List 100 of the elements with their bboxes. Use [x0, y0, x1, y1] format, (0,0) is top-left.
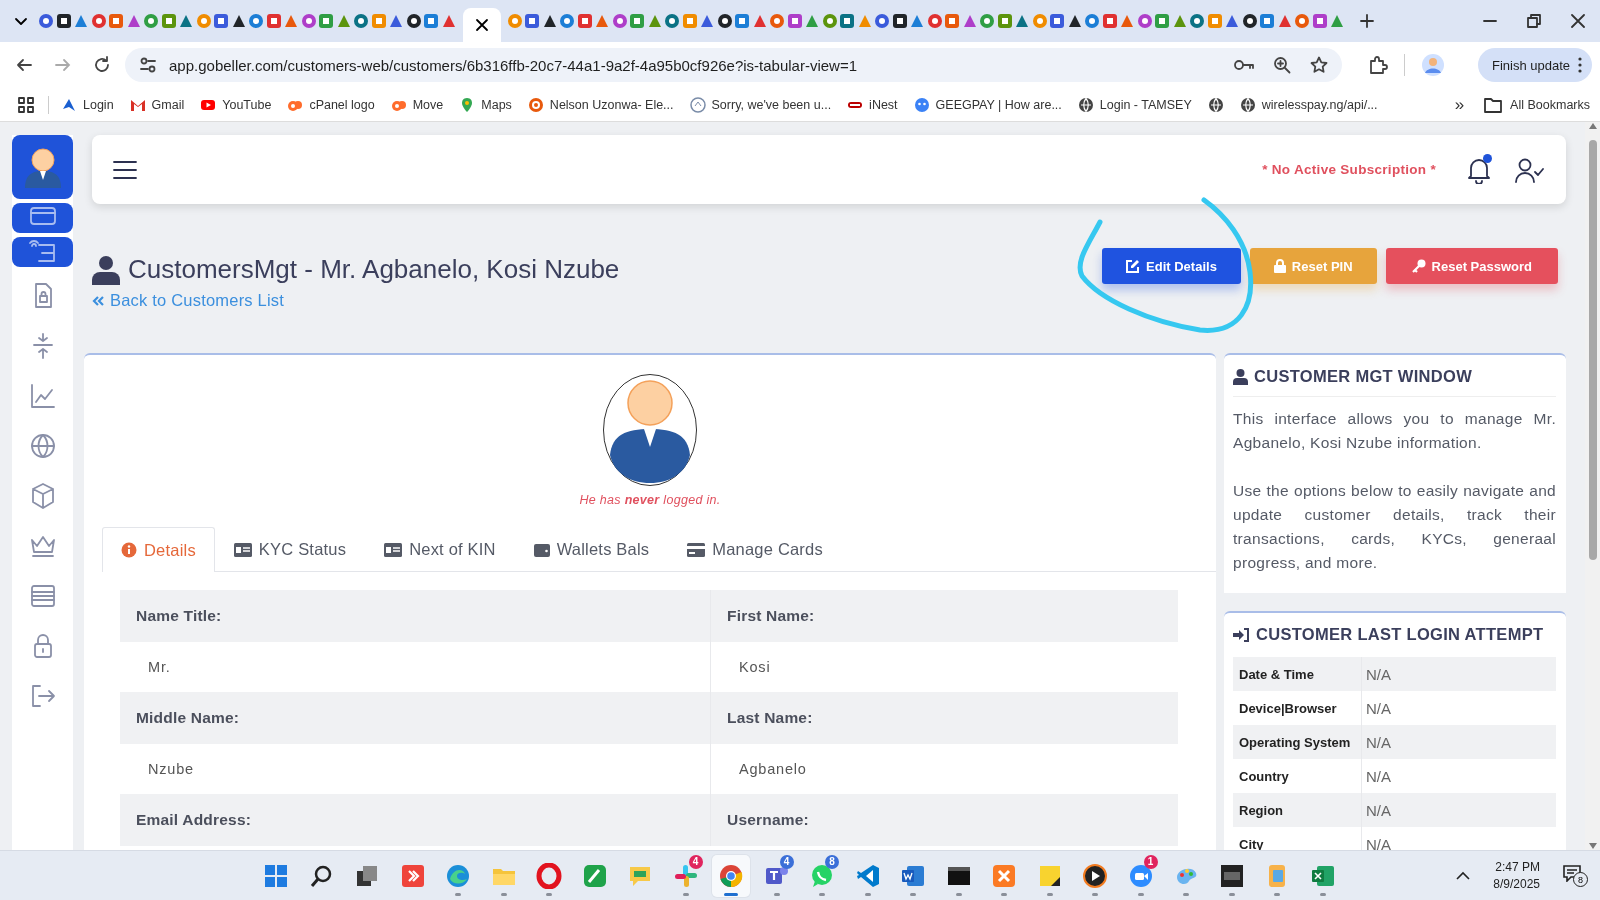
close-icon[interactable]: [1571, 14, 1585, 28]
taskbar-button[interactable]: 4: [666, 854, 705, 897]
chevron-up-icon[interactable]: [1455, 870, 1472, 881]
clock-date: 8/9/2025: [1493, 877, 1540, 891]
restore-icon[interactable]: [1527, 14, 1541, 28]
bookmark-icon: [689, 96, 706, 113]
all-bookmarks-button[interactable]: All Bookmarks: [1484, 96, 1590, 113]
message-icon: [1562, 864, 1582, 882]
id-card-icon: [384, 542, 403, 557]
bookmark-link[interactable]: Maps: [459, 96, 512, 113]
sidebar-item[interactable]: [12, 135, 73, 199]
bookmark-link[interactable]: Nelson Uzonwa- Ele...: [527, 96, 674, 113]
start-icon[interactable]: [263, 862, 289, 889]
zoom-icon[interactable]: [1273, 56, 1291, 74]
app-badge: 1: [1143, 854, 1158, 869]
wallet-icon: [533, 542, 550, 557]
active-tab[interactable]: [462, 8, 501, 42]
favicon-icon[interactable]: [891, 13, 908, 29]
more-bookmarks-button[interactable]: »: [1454, 94, 1465, 115]
table-cell: N/A: [1361, 793, 1556, 827]
clock[interactable]: 2:47 PM 8/9/2025: [1493, 860, 1540, 891]
app-badge: 4: [688, 854, 703, 869]
notification-button[interactable]: [1466, 155, 1492, 184]
address-bar[interactable]: app.gobeller.com/customers-web/customers/6b316ffb-20c7-44a1-9a2f-4a95b0cf926e?is-tabular-view=1: [125, 48, 1342, 82]
edit-icon: [1126, 259, 1141, 273]
menu-icon[interactable]: [112, 158, 138, 181]
profile-avatar-icon[interactable]: [1421, 53, 1445, 77]
panel-title: CUSTOMER LAST LOGIN ATTEMPT: [1233, 625, 1556, 644]
favicon-icon[interactable]: [230, 13, 247, 29]
bookmark-icon: [1239, 96, 1256, 113]
bookmark-link[interactable]: Gmail: [129, 96, 185, 113]
user-check-icon[interactable]: [1514, 156, 1544, 183]
sidebar-item[interactable]: [12, 237, 73, 267]
table-cell: N/A: [1361, 725, 1556, 759]
new-tab-icon[interactable]: [1359, 13, 1375, 29]
clock-time: 2:47 PM: [1495, 860, 1540, 874]
tab[interactable]: Next of KIN: [365, 527, 515, 571]
folder-icon: [1484, 96, 1503, 113]
notification-center-button[interactable]: 8: [1562, 864, 1588, 887]
favicon-icon[interactable]: [1241, 13, 1258, 29]
app-badge: 8: [825, 854, 839, 869]
field-label: Username:: [710, 794, 1178, 846]
tab[interactable]: KYC Status: [214, 527, 366, 571]
field-label: Email Address:: [120, 794, 710, 846]
bookmark-link[interactable]: cPanel logo: [287, 96, 375, 113]
bookmark-icon: [527, 96, 544, 113]
bookmark-link[interactable]: GEEGPAY | How are...: [913, 96, 1062, 113]
bookmark-link[interactable]: Login: [61, 96, 114, 113]
table-cell: Operating System: [1233, 725, 1361, 759]
notification-count: 8: [1573, 872, 1588, 887]
puzzle-icon[interactable]: [1368, 55, 1388, 75]
field-label: Last Name:: [710, 692, 1178, 744]
table-cell: N/A: [1361, 657, 1556, 691]
pen-icon[interactable]: [581, 862, 608, 889]
table-cell-text: Country: [1238, 767, 1290, 786]
sidebar-item[interactable]: [12, 203, 73, 233]
info-icon: [121, 542, 137, 558]
favicon-icon[interactable]: [1066, 13, 1083, 29]
star-icon[interactable]: [1310, 56, 1328, 74]
bookmark-icon: [913, 96, 930, 113]
edit-details-button[interactable]: Edit Details: [1102, 248, 1241, 284]
reset-password-button[interactable]: Reset Password: [1385, 248, 1558, 284]
browser-icon[interactable]: [718, 862, 744, 889]
app-badge: 4: [779, 854, 794, 869]
table-cell-text: Device|Browser: [1238, 699, 1338, 718]
field-label: First Name:: [710, 590, 1178, 642]
favicon-icon[interactable]: [55, 13, 72, 29]
bookmark-link[interactable]: Login - TAMSEY: [1077, 96, 1192, 113]
more-icon: [1578, 57, 1582, 73]
bookmark-icon: [1207, 96, 1224, 113]
bookmark-link[interactable]: wirelesspay.ng/api/...: [1239, 96, 1378, 113]
finish-update-button[interactable]: Finish update: [1477, 48, 1592, 82]
table-cell: Date & Time: [1233, 657, 1361, 691]
bookmark-link[interactable]: YouTube: [200, 96, 272, 113]
code-editor-icon[interactable]: [854, 862, 881, 889]
back-icon[interactable]: [15, 56, 33, 74]
bookmark-link[interactable]: Sorry, we've been u...: [689, 96, 832, 113]
bookmark-button[interactable]: [1207, 96, 1224, 113]
play-icon[interactable]: [1082, 862, 1108, 889]
app-icon[interactable]: [1218, 862, 1245, 889]
table-cell: Region: [1233, 793, 1361, 827]
bookmark-link[interactable]: iNest: [847, 96, 898, 113]
site-settings-icon[interactable]: [139, 56, 157, 74]
tab[interactable]: Manage Cards: [668, 527, 842, 571]
favicon-icon[interactable]: [716, 13, 733, 29]
bookmark-icon: [1077, 96, 1094, 113]
tab[interactable]: Wallets Bals: [514, 527, 669, 571]
key-icon: [1411, 259, 1426, 273]
favicon-icon[interactable]: [405, 13, 422, 29]
forward-icon[interactable]: [54, 56, 72, 74]
reload-icon[interactable]: [93, 56, 111, 74]
apps-grid-icon[interactable]: [18, 96, 34, 113]
browser-icon[interactable]: [445, 862, 471, 889]
bookmark-link[interactable]: Move: [390, 96, 444, 113]
sign-in-icon: [1233, 627, 1250, 642]
taskbar-button[interactable]: 1: [1121, 854, 1160, 897]
taskbar-button[interactable]: 8: [803, 854, 841, 897]
favicon-icon[interactable]: [541, 13, 558, 29]
close-icon[interactable]: [474, 18, 489, 32]
taskbar-button[interactable]: 4: [757, 854, 796, 897]
